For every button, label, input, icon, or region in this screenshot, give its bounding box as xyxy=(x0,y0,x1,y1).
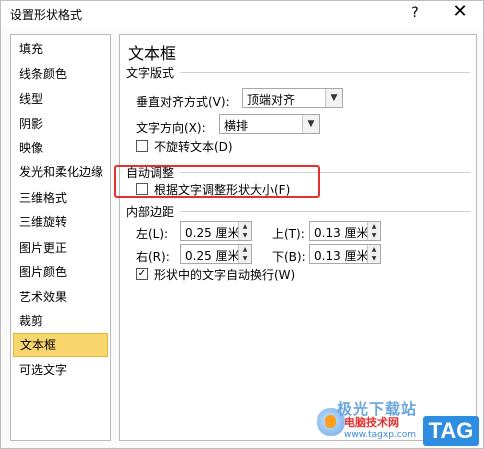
watermark-subtitle: 电脑技术网 xyxy=(344,416,399,429)
spin-down-icon[interactable]: ▼ xyxy=(239,254,251,263)
spin-down-icon[interactable]: ▼ xyxy=(368,231,380,240)
sidebar-item-text-box[interactable]: 文本框 xyxy=(13,333,108,357)
left-margin-value: 0.25 厘米 xyxy=(185,226,240,240)
sidebar-item-reflection[interactable]: 映像 xyxy=(13,136,108,160)
spin-down-icon[interactable]: ▼ xyxy=(368,254,380,263)
word-wrap-label: 形状中的文字自动换行(W) xyxy=(154,268,296,282)
spin-down-icon[interactable]: ▼ xyxy=(239,231,251,240)
chevron-down-icon[interactable]: ▼ xyxy=(302,115,319,133)
spin-buttons: ▲ ▼ xyxy=(367,222,380,240)
help-button[interactable]: ? xyxy=(403,1,427,25)
spin-up-icon[interactable]: ▲ xyxy=(368,245,380,254)
sidebar-item-picture-color[interactable]: 图片颜色 xyxy=(13,260,108,284)
sidebar-item-line-style[interactable]: 线型 xyxy=(13,87,108,111)
right-margin-label: 右(R): xyxy=(136,250,170,264)
sidebar-item-3d-rotation[interactable]: 三维旋转 xyxy=(13,210,108,234)
annotation-highlight-box xyxy=(114,165,320,198)
watermark-url: www.tagxp.com xyxy=(344,430,416,440)
bottom-margin-label: 下(B): xyxy=(272,250,306,264)
no-rotate-checkbox[interactable] xyxy=(136,140,148,152)
right-margin-spinner[interactable]: 0.25 厘米 ▲ ▼ xyxy=(180,244,252,264)
text-layout-section-label: 文字版式 xyxy=(126,64,179,81)
close-button[interactable]: ✕ xyxy=(443,1,477,25)
sidebar-item-fill[interactable]: 填充 xyxy=(13,37,108,61)
left-margin-spinner[interactable]: 0.25 厘米 ▲ ▼ xyxy=(180,221,252,241)
chevron-down-icon[interactable]: ▼ xyxy=(325,89,342,107)
sidebar-item-alt-text[interactable]: 可选文字 xyxy=(13,358,108,382)
vertical-align-value: 顶端对齐 xyxy=(247,93,296,107)
spin-up-icon[interactable]: ▲ xyxy=(239,222,251,231)
word-wrap-checkbox[interactable]: ✓ xyxy=(136,268,148,280)
sidebar-item-artistic-effects[interactable]: 艺术效果 xyxy=(13,285,108,309)
sidebar-item-shadow[interactable]: 阴影 xyxy=(13,112,108,136)
top-margin-spinner[interactable]: 0.13 厘米 ▲ ▼ xyxy=(309,221,381,241)
sidebar-item-crop[interactable]: 裁剪 xyxy=(13,309,108,333)
top-margin-label: 上(T): xyxy=(272,227,305,241)
top-margin-value: 0.13 厘米 xyxy=(314,226,369,240)
format-shape-dialog: 设置形状格式 ? ✕ 填充 线条颜色 线型 阴影 映像 发光和柔化边缘 三维格式… xyxy=(0,0,484,449)
vertical-align-label: 垂直对齐方式(V): xyxy=(136,95,230,109)
text-direction-label: 文字方向(X): xyxy=(136,121,206,135)
spin-up-icon[interactable]: ▲ xyxy=(239,245,251,254)
bottom-margin-value: 0.13 厘米 xyxy=(314,249,369,263)
vertical-align-select[interactable]: 顶端对齐 ▼ xyxy=(242,88,343,108)
left-margin-label: 左(L): xyxy=(136,227,169,241)
spin-buttons: ▲ ▼ xyxy=(238,245,251,263)
checkmark-icon: ✓ xyxy=(137,268,147,279)
spin-buttons: ▲ ▼ xyxy=(367,245,380,263)
bottom-margin-spinner[interactable]: 0.13 厘米 ▲ ▼ xyxy=(309,244,381,264)
watermark-tag-badge: TAG xyxy=(423,416,479,446)
section-divider xyxy=(180,211,470,212)
sidebar-item-line-color[interactable]: 线条颜色 xyxy=(13,62,108,86)
spin-buttons: ▲ ▼ xyxy=(238,222,251,240)
sidebar-item-glow-soft-edges[interactable]: 发光和柔化边缘 xyxy=(13,160,108,184)
no-rotate-label: 不旋转文本(D) xyxy=(154,140,233,154)
text-box-pane: 文本框 文字版式 垂直对齐方式(V): 顶端对齐 ▼ 文字方向(X): 横排 ▼… xyxy=(119,34,477,441)
internal-margin-section-label: 内部边距 xyxy=(126,203,179,220)
sidebar-item-3d-format[interactable]: 三维格式 xyxy=(13,186,108,210)
category-list: 填充 线条颜色 线型 阴影 映像 发光和柔化边缘 三维格式 三维旋转 图片更正 … xyxy=(10,34,111,441)
text-direction-select[interactable]: 横排 ▼ xyxy=(219,114,320,134)
dialog-title: 设置形状格式 xyxy=(10,8,83,22)
sidebar-item-picture-corrections[interactable]: 图片更正 xyxy=(13,236,108,260)
section-divider xyxy=(180,72,470,73)
right-margin-value: 0.25 厘米 xyxy=(185,249,240,263)
text-direction-value: 横排 xyxy=(224,119,249,133)
spin-up-icon[interactable]: ▲ xyxy=(368,222,380,231)
title-bar: 设置形状格式 ? ✕ xyxy=(1,1,483,27)
pane-title: 文本框 xyxy=(128,44,177,63)
